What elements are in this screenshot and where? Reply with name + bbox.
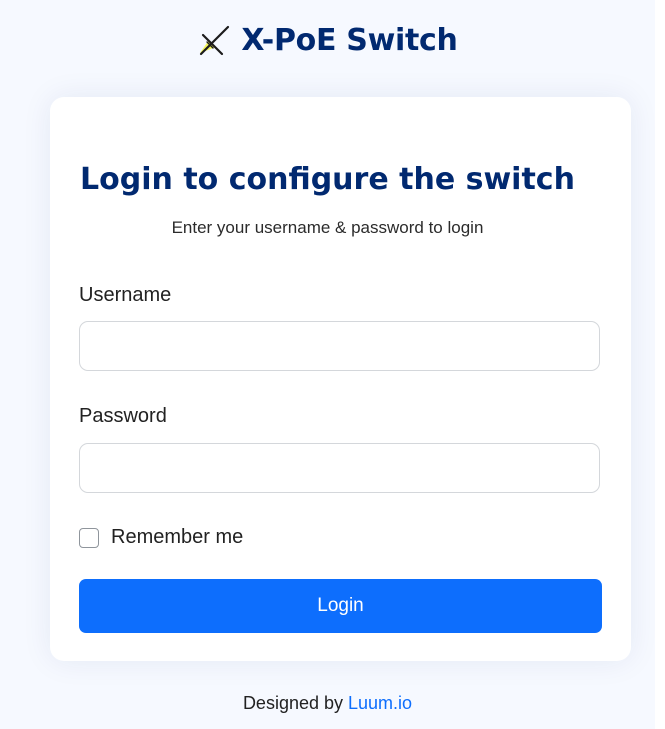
switch-logo-icon — [200, 25, 230, 56]
username-label: Username — [79, 284, 172, 306]
password-input[interactable] — [79, 443, 600, 493]
credits-prefix: Designed by — [242, 693, 349, 713]
brand-header[interactable]: X-PoE Switch — [0, 22, 655, 58]
credits-link[interactable]: Luum.io — [348, 693, 412, 713]
username-input[interactable] — [79, 321, 600, 371]
brand-name: X-PoE Switch — [241, 22, 458, 58]
login-button[interactable]: Login — [79, 579, 602, 633]
login-subtitle: Enter your username & password to login — [171, 218, 484, 237]
remember-me-checkbox[interactable] — [79, 527, 99, 548]
login-page: X-PoE Switch Login to configure the swit… — [0, 0, 655, 729]
footer-credits: Designed by Luum.io — [0, 693, 655, 714]
remember-me-row[interactable]: Remember me — [79, 526, 243, 549]
remember-me-label[interactable]: Remember me — [111, 526, 243, 549]
password-label: Password — [79, 405, 167, 427]
login-title: Login to configure the switch — [80, 162, 575, 197]
